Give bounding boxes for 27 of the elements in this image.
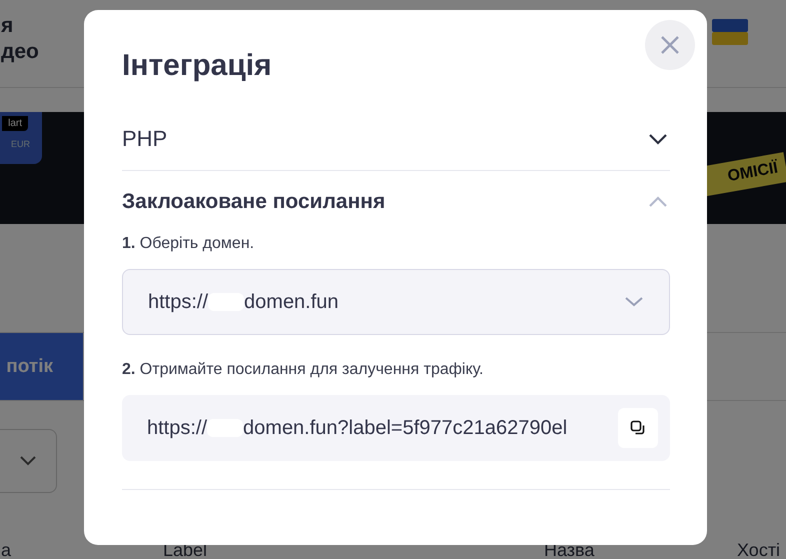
currency-label: EUR: [10, 139, 30, 149]
url-prefix: https://: [148, 290, 208, 314]
chevron-down-icon: [625, 297, 643, 307]
step-instruction: 1. Оберіть домен.: [122, 235, 256, 253]
logo-text: део: [1, 38, 39, 64]
close-button[interactable]: [645, 20, 695, 70]
modal-title: Інтеграція: [122, 48, 273, 84]
chevron-down-icon: [20, 456, 36, 466]
column-header: Назва: [544, 540, 594, 559]
copy-button[interactable]: [618, 408, 658, 448]
accordion-header[interactable]: PHP: [122, 108, 670, 171]
link-field[interactable]: https:// domen.fun?label=5f977c21a62790el: [122, 395, 670, 461]
chevron-down-icon: [648, 133, 668, 145]
column-header: а: [1, 540, 12, 559]
flag-icon[interactable]: [712, 18, 748, 44]
domain-select[interactable]: https:// domen.fun: [122, 269, 670, 335]
accordion-header[interactable]: Заклоаковане посилання: [122, 171, 670, 233]
chevron-up-icon: [648, 196, 668, 208]
link-text: domen.fun?label=5f977c21a62790el: [243, 416, 568, 440]
copy-icon: [630, 420, 646, 436]
url-prefix: https://: [147, 416, 208, 440]
card-label: lart: [2, 116, 28, 131]
logo-text: я: [1, 12, 14, 38]
domain-text: domen.fun: [244, 290, 339, 314]
column-header: Хості: [737, 540, 780, 559]
close-icon: [660, 35, 680, 55]
step-instruction: 2. Отримайте посилання для залучення трафіку.: [122, 361, 484, 379]
